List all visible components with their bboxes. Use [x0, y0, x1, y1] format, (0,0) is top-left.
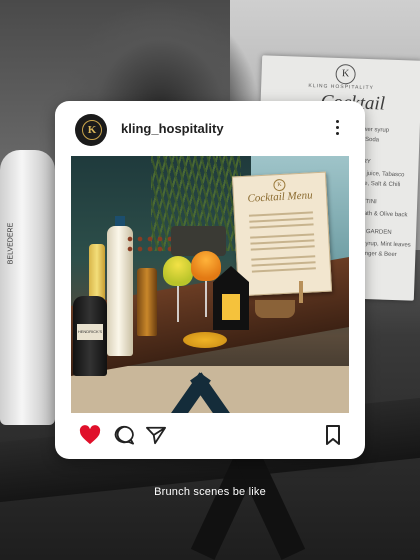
photo-glass-stem	[177, 284, 179, 322]
photo-cocktail-glass	[163, 256, 193, 286]
comment-icon[interactable]	[113, 425, 135, 445]
photo-menu-title: Cocktail Menu	[247, 189, 313, 205]
instagram-post-card: K kling_hospitality K Cocktail Menu HEND…	[55, 101, 365, 459]
photo-cocktail-glass	[191, 251, 221, 281]
photo-coaster	[183, 332, 227, 348]
avatar[interactable]: K	[75, 114, 107, 146]
background-menu-logo: K	[335, 63, 356, 85]
background-bottle-label: BELVEDERE	[7, 222, 15, 265]
background-plant	[60, 0, 260, 110]
photo-glass-stem	[205, 279, 207, 317]
username[interactable]: kling_hospitality	[121, 121, 224, 136]
post-photo[interactable]: K Cocktail Menu HENDRICK'S	[71, 156, 349, 413]
background-vodka-bottle	[0, 150, 55, 425]
avatar-logo: K	[82, 120, 102, 140]
photo-flowers	[125, 234, 171, 256]
photo-easel	[299, 281, 303, 303]
photo-gin-label: HENDRICK'S	[77, 324, 103, 340]
photo-cocktail-menu: K Cocktail Menu	[231, 171, 333, 297]
photo-candle	[222, 294, 240, 320]
heart-icon[interactable]	[79, 425, 101, 445]
background-menu-line: ne juice, Tabasco	[358, 170, 405, 179]
more-options-icon[interactable]	[333, 120, 341, 138]
bookmark-icon[interactable]	[325, 425, 341, 445]
photo-basket	[255, 300, 295, 318]
photo-menu-logo: K	[273, 178, 286, 192]
caption-text: Brunch scenes be like	[154, 486, 266, 498]
photo-bottle	[137, 268, 157, 336]
photo-menu-text	[248, 207, 316, 276]
share-icon[interactable]	[145, 425, 167, 445]
